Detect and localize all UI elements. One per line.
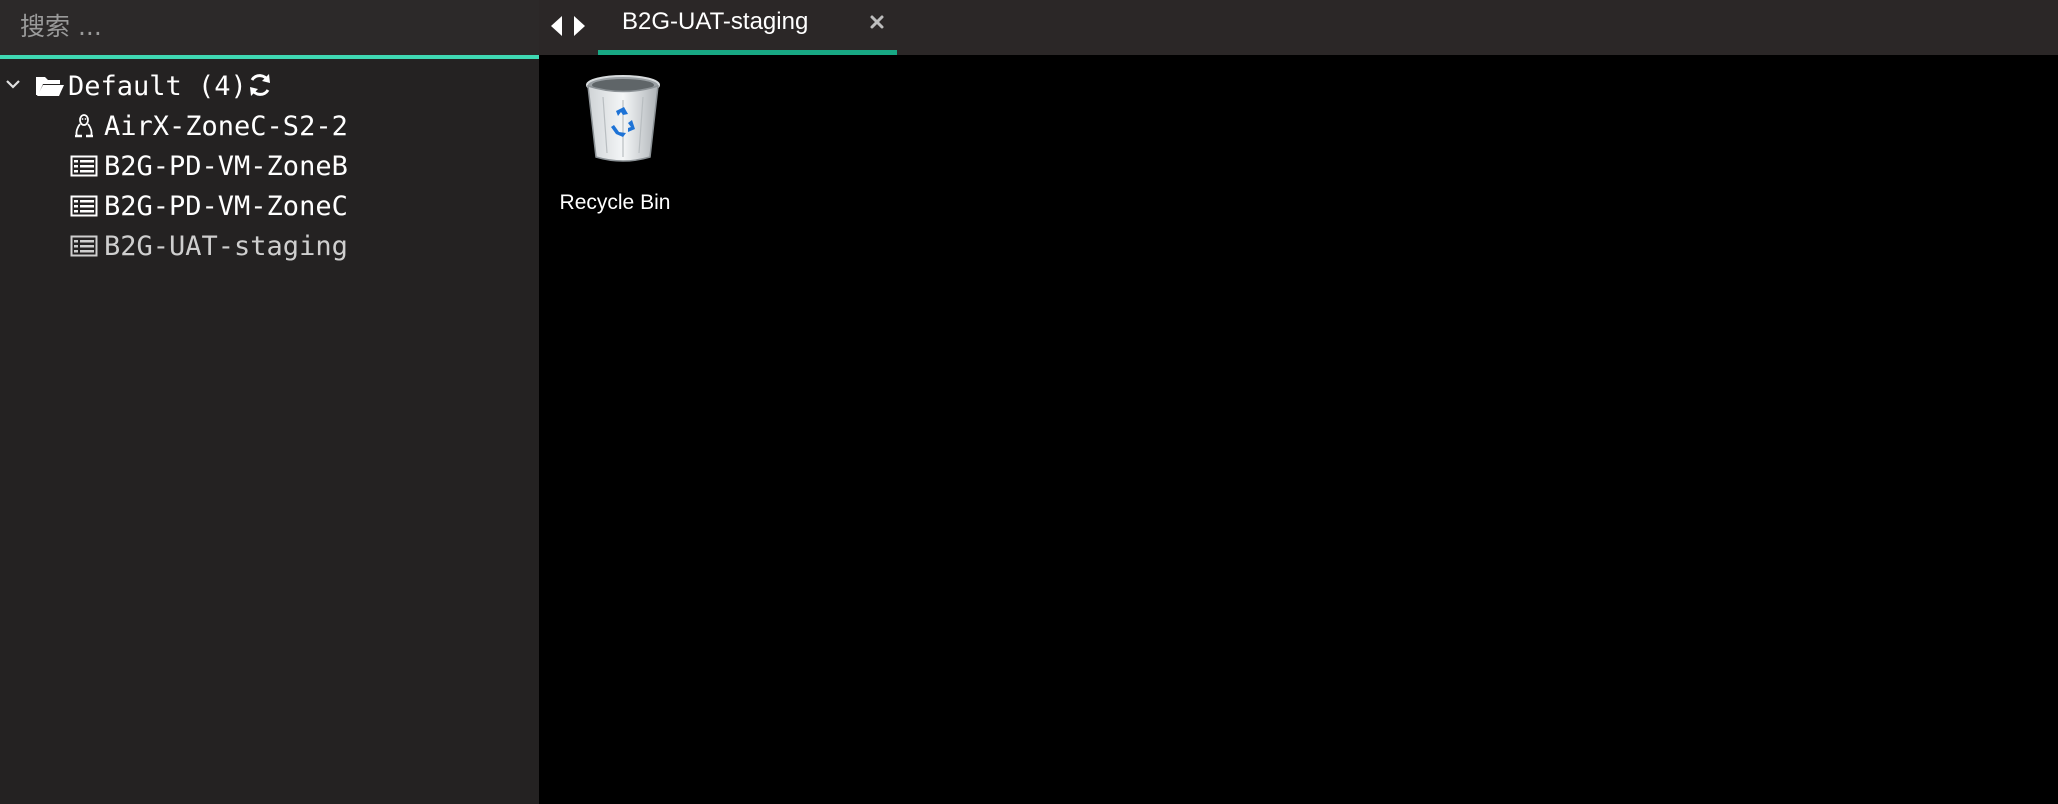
tree-group-default[interactable]: Default (4) xyxy=(0,66,539,106)
arrow-left-icon[interactable] xyxy=(549,14,565,38)
server-icon xyxy=(70,235,98,257)
search-box xyxy=(0,0,539,59)
tree-item-label: B2G-PD-VM-ZoneC xyxy=(104,191,348,222)
close-icon[interactable] xyxy=(869,14,885,30)
sidebar: Default (4) AirX-ZoneC-S2-2 xyxy=(0,0,539,804)
tree-item-b2g-pd-vm-zonec[interactable]: B2G-PD-VM-ZoneC xyxy=(0,186,539,226)
server-icon xyxy=(70,155,98,177)
folder-open-icon xyxy=(36,77,64,96)
main-panel: B2G-UAT-staging Recycle Bin xyxy=(539,0,2058,804)
tree-item-label: B2G-UAT-staging xyxy=(104,231,348,262)
tree-item-label: AirX-ZoneC-S2-2 xyxy=(104,111,348,142)
tree-item-airx-zonec-s2-2[interactable]: AirX-ZoneC-S2-2 xyxy=(0,106,539,146)
tab-label: B2G-UAT-staging xyxy=(622,8,809,35)
search-input[interactable] xyxy=(20,8,520,44)
tree-item-b2g-pd-vm-zoneb[interactable]: B2G-PD-VM-ZoneB xyxy=(0,146,539,186)
app-window: Default (4) AirX-ZoneC-S2-2 xyxy=(0,0,2058,804)
refresh-icon[interactable] xyxy=(247,72,273,98)
tab-bar: B2G-UAT-staging xyxy=(539,0,2058,55)
tree-item-label: B2G-PD-VM-ZoneB xyxy=(104,151,348,182)
server-icon xyxy=(70,195,98,217)
desktop-icon-label: Recycle Bin xyxy=(559,191,671,214)
connection-tree: Default (4) AirX-ZoneC-S2-2 B2G-PD-VM-Zo… xyxy=(0,66,539,266)
tree-group-label: Default (4) xyxy=(68,71,247,102)
remote-desktop-view[interactable]: Recycle Bin xyxy=(539,55,2058,804)
desktop-icon-recycle-bin[interactable]: Recycle Bin xyxy=(553,73,677,214)
recycle-bin-icon xyxy=(586,75,660,162)
arrow-right-icon[interactable] xyxy=(571,14,587,38)
tree-item-b2g-uat-staging[interactable]: B2G-UAT-staging xyxy=(0,226,539,266)
chevron-down-icon[interactable] xyxy=(4,75,22,93)
linux-icon xyxy=(75,114,93,138)
tab-b2g-uat-staging[interactable]: B2G-UAT-staging xyxy=(598,0,897,55)
